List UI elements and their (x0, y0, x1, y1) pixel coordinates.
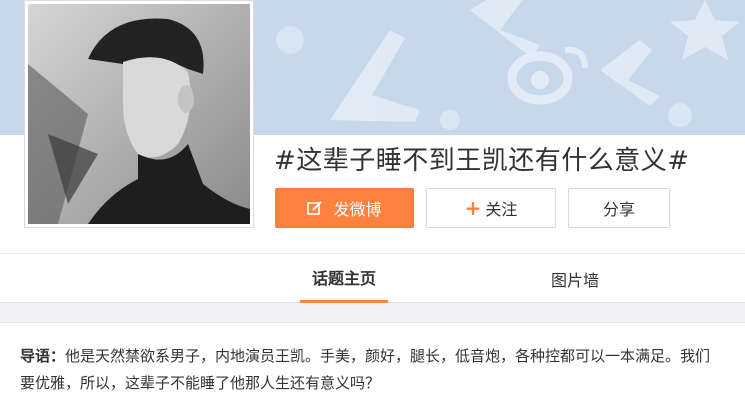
tab-photo-wall[interactable]: 图片墙 (530, 254, 620, 303)
intro-text: 他是天然禁欲系男子，内地演员王凯。手美，颜好，腿长，低音炮，各种控都可以一本满足… (20, 347, 711, 392)
topic-title: #这辈子睡不到王凯还有什么意义# (274, 146, 690, 176)
post-weibo-label: 发微博 (333, 200, 382, 219)
intro-label: 导语： (20, 347, 66, 365)
weibo-logo-icon (507, 46, 588, 105)
profile-photo-icon (28, 4, 250, 224)
plane-icon (600, 40, 660, 106)
topic-intro: 导语：他是天然禁欲系男子，内地演员王凯。手美，颜好，腿长，低音炮，各种控都可以一… (0, 322, 745, 411)
tab-topic-home-label: 话题主页 (311, 269, 376, 288)
share-label: 分享 (602, 200, 635, 219)
plane-icon (470, 0, 540, 58)
plane-icon (330, 30, 420, 122)
share-button[interactable]: 分享 (568, 188, 670, 228)
follow-label: 关注 (485, 200, 518, 219)
plus-icon: + (464, 196, 482, 220)
tab-photo-wall-label: 图片墙 (550, 270, 599, 290)
star-icon (670, 0, 740, 60)
post-weibo-button[interactable]: 发微博 (275, 188, 414, 228)
edit-icon (307, 200, 323, 216)
follow-button[interactable]: + 关注 (426, 188, 556, 228)
tab-topic-home[interactable]: 话题主页 (300, 254, 388, 303)
topic-avatar[interactable] (24, 0, 254, 228)
topic-tabs: 话题主页 图片墙 (0, 253, 745, 303)
